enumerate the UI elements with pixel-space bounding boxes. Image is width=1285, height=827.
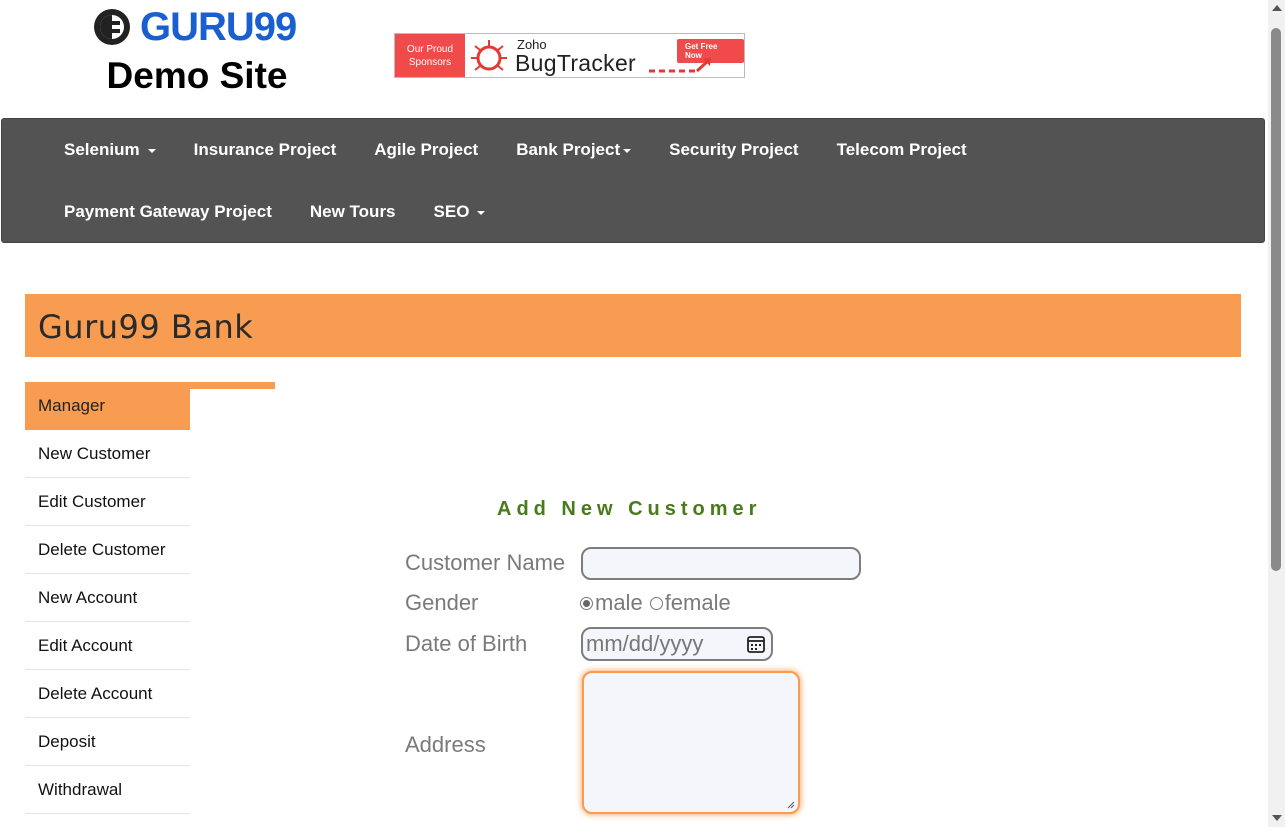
- caret-down-icon: [147, 148, 156, 153]
- sidebar-item-new-account[interactable]: New Account: [25, 574, 190, 622]
- nav-label: Bank Project: [516, 140, 621, 159]
- sidebar-item-deposit[interactable]: Deposit: [25, 718, 190, 766]
- form-title: Add New Customer: [497, 498, 762, 520]
- nav-label: Security Project: [669, 140, 799, 159]
- customer-name-input[interactable]: [581, 547, 861, 580]
- sidebar-item-delete-customer[interactable]: Delete Customer: [25, 526, 190, 574]
- dob-label: Date of Birth: [405, 631, 528, 656]
- dob-placeholder: mm/dd/yyyy: [586, 631, 704, 656]
- page-title: Guru99 Bank: [38, 308, 254, 346]
- sponsor-banner[interactable]: Our Proud Sponsors Zoho BugTracker Get F…: [394, 33, 745, 78]
- sponsor-line-1: Our Proud: [406, 43, 454, 55]
- nav-label: Telecom Project: [836, 140, 967, 159]
- sponsor-label: Our Proud Sponsors: [395, 34, 465, 77]
- nav-label: SEO: [433, 202, 470, 221]
- scrollbar-thumb[interactable]: [1271, 28, 1281, 571]
- caret-down-icon: [623, 148, 632, 153]
- gender-male-radio[interactable]: [580, 596, 593, 610]
- address-textarea[interactable]: [582, 671, 800, 814]
- caret-down-icon: [477, 210, 486, 215]
- sidebar-item-manager[interactable]: Manager: [25, 382, 190, 430]
- scroll-down-arrow-icon[interactable]: [1272, 815, 1282, 821]
- logo-subtitle: Demo Site: [106, 55, 288, 96]
- sidebar-item-new-customer[interactable]: New Customer: [25, 430, 190, 478]
- site-logo[interactable]: GURU99 Demo Site: [92, 6, 307, 98]
- nav-agile-project[interactable]: Agile Project: [355, 140, 497, 160]
- sidebar-item-edit-account[interactable]: Edit Account: [25, 622, 190, 670]
- nav-security-project[interactable]: Security Project: [650, 140, 817, 160]
- nav-row-1: Selenium Insurance Project Agile Project…: [2, 119, 986, 181]
- gender-female-radio[interactable]: [649, 596, 663, 610]
- guru99-logo-icon: [94, 9, 130, 45]
- scroll-up-arrow-icon[interactable]: [1272, 5, 1282, 11]
- nav-label: New Tours: [309, 202, 396, 221]
- nav-label: Agile Project: [374, 140, 479, 159]
- nav-bank-project[interactable]: Bank Project: [497, 140, 650, 160]
- banner-product: BugTracker: [515, 50, 637, 76]
- nav-telecom-project[interactable]: Telecom Project: [818, 140, 986, 160]
- dob-input[interactable]: mm/dd/yyyy: [581, 627, 773, 661]
- nav-new-tours[interactable]: New Tours: [291, 202, 415, 222]
- nav-label: Selenium: [64, 140, 140, 159]
- sidebar-item-delete-account[interactable]: Delete Account: [25, 670, 190, 718]
- sidebar-menu: Manager New Customer Edit Customer Delet…: [25, 382, 190, 814]
- nav-row-2: Payment Gateway Project New Tours SEO: [2, 181, 504, 243]
- nav-payment-gateway-project[interactable]: Payment Gateway Project: [2, 202, 291, 222]
- sponsor-line-2: Sponsors: [408, 56, 452, 68]
- gender-radio-group: male female: [580, 590, 731, 616]
- address-label: Address: [405, 732, 486, 757]
- nav-insurance-project[interactable]: Insurance Project: [175, 140, 356, 160]
- nav-selenium[interactable]: Selenium: [2, 140, 175, 160]
- nav-seo[interactable]: SEO: [415, 202, 505, 222]
- bank-title-bar: Guru99 Bank: [25, 294, 1241, 357]
- logo-text: GURU99: [140, 5, 297, 49]
- gender-male-label: male: [595, 590, 643, 615]
- sidebar-item-edit-customer[interactable]: Edit Customer: [25, 478, 190, 526]
- gender-label: Gender: [405, 590, 479, 615]
- customer-name-label: Customer Name: [405, 550, 566, 575]
- vertical-scrollbar[interactable]: [1268, 0, 1285, 827]
- nav-label: Insurance Project: [193, 140, 337, 159]
- resize-handle-icon[interactable]: [787, 801, 795, 809]
- sidebar-item-withdrawal[interactable]: Withdrawal: [25, 766, 190, 814]
- main-nav: Selenium Insurance Project Agile Project…: [1, 118, 1265, 243]
- gender-female-label: female: [664, 590, 731, 615]
- calendar-icon[interactable]: [746, 634, 766, 654]
- arrow-icon: [649, 58, 711, 73]
- nav-label: Payment Gateway Project: [64, 202, 272, 221]
- bug-icon: [471, 40, 507, 71]
